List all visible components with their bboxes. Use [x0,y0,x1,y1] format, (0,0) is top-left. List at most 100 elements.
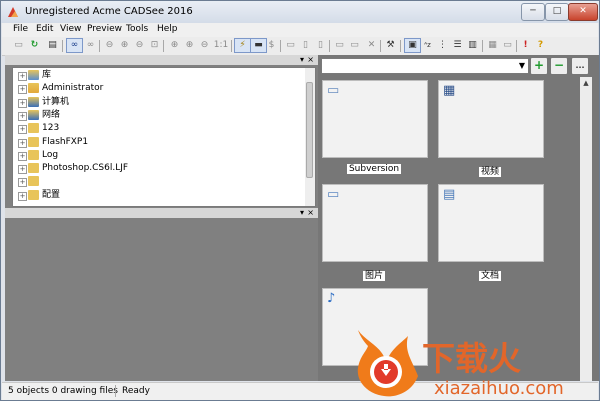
thumbnail-card[interactable]: ▦ [438,80,544,158]
pane-close-icon[interactable]: × [307,208,314,217]
tree-item[interactable]: + 配置 [13,189,303,202]
tree-item[interactable]: + FlashFXP1 [13,136,303,149]
path-dropdown[interactable]: ▼ [321,58,529,74]
pane-close-icon[interactable]: × [307,55,314,64]
help-question-icon[interactable]: ? [534,39,547,52]
window-title: Unregistered Acme CADSee 2016 [25,6,193,17]
pin-icon[interactable]: ▾ [300,208,304,217]
expand-icon[interactable]: + [18,111,27,121]
toolbar-separator [482,40,483,52]
scroll-thumb[interactable] [306,82,313,178]
folder-icon [28,149,39,160]
expand-icon[interactable]: + [18,151,27,161]
thumbnail-card[interactable]: ▤ [438,184,544,262]
close-button[interactable]: ✕ [568,3,598,21]
refresh-icon[interactable]: ↻ [28,39,41,52]
thumbnail-card[interactable]: ▭ [322,184,428,262]
link-view-2-icon[interactable]: ∞ [84,39,97,52]
tree-item-label: Photoshop.CS6l.LJF [42,163,129,174]
expand-icon[interactable]: + [18,125,27,135]
expand-icon[interactable]: + [18,165,27,175]
columns-icon[interactable]: ▥ [466,39,479,52]
layers-icon[interactable]: ▭ [284,39,297,52]
menu-bar: File Edit View Preview Tools Help [2,23,598,37]
more-button[interactable]: ... [571,57,589,75]
dollar-icon[interactable]: $ [265,39,278,52]
tree-item[interactable]: + Log [13,149,303,162]
maximize-button[interactable]: □ [545,3,569,21]
exclaim-icon[interactable]: ! [519,39,532,52]
menu-tools[interactable]: Tools [126,24,148,34]
expand-icon[interactable]: + [18,72,27,81]
folder-icon [28,163,39,174]
menu-edit[interactable]: Edit [36,24,53,34]
tree-item-label: 123 [42,123,60,134]
minimize-button[interactable]: ─ [521,3,545,21]
expand-icon[interactable]: + [18,138,27,148]
tree-item[interactable]: + Photoshop.CS6l.LJF [13,162,303,175]
pan-left-icon[interactable]: ⊕ [168,39,181,52]
app-logo-icon [8,7,18,17]
zoom-actual-icon[interactable]: 1:1 [213,39,229,52]
zoom-window-icon[interactable]: ⊕ [183,39,196,52]
pick-icon[interactable]: ⚡ [234,38,251,53]
tree-item[interactable]: + 网络 [13,109,303,122]
watermark-site: xiazaihuo.com [434,378,564,399]
clipboard-icon[interactable]: ▭ [348,39,361,52]
scroll-up-icon[interactable]: ▲ [580,77,592,89]
pin-icon[interactable]: ▾ [300,55,304,64]
folder-tree[interactable]: + 库 + Administrator + 计算机 + 网络 +123 + FlashFXP1 + Lo… [12,67,316,207]
properties-icon[interactable]: ▯ [299,39,312,52]
copy-icon[interactable]: ▯ [314,39,327,52]
open-folder-icon[interactable]: ▭ [12,39,25,52]
expand-icon[interactable]: + [18,191,27,201]
list-view-icon[interactable]: ☰ [451,39,464,52]
tree-item[interactable]: +123 [13,122,303,135]
tree-item[interactable]: + 库 [13,69,303,82]
menu-preview[interactable]: Preview [87,24,122,34]
tree-item-label: 库 [42,70,52,80]
tree-item[interactable]: + [13,175,303,188]
thumbnail-card[interactable]: ▭ [322,80,428,158]
expand-icon[interactable]: + [18,98,27,108]
menu-help[interactable]: Help [157,24,178,34]
tree-item-label: 计算机 [42,96,70,107]
user-icon [28,83,39,94]
menu-file[interactable]: File [13,24,28,34]
disk-icon: ▭ [327,83,340,98]
zoom-fit-icon[interactable]: ⊡ [148,39,161,52]
film-strip-icon[interactable]: ▭ [501,39,514,52]
delete-icon[interactable]: ✕ [365,39,378,52]
zoom-in-icon[interactable]: ⊕ [118,39,131,52]
computer-icon [28,96,39,107]
chevron-down-icon[interactable]: ▼ [516,59,528,73]
menu-view[interactable]: View [60,24,81,34]
tree-item[interactable]: + Administrator [13,82,303,95]
link-view-icon[interactable]: ∞ [66,38,83,53]
expand-icon[interactable]: + [18,178,27,188]
tree-view-icon[interactable]: ⋮ [436,39,449,52]
toolbar-separator [329,40,330,52]
remove-button[interactable]: − [550,57,568,75]
add-button[interactable]: + [530,57,548,75]
grid-view-icon[interactable]: ▦ [486,39,499,52]
zoom-prev-icon[interactable]: ⊖ [198,39,211,52]
toolbar-separator [163,40,164,52]
zoom-out-2-icon[interactable]: ⊖ [133,39,146,52]
tree-pane-header: ▾ × [5,55,318,65]
film-icon[interactable]: ▤ [46,39,59,52]
zoom-out-icon[interactable]: ⊖ [103,39,116,52]
abc-sort-icon[interactable]: ▣ [404,38,421,53]
status-object-count: 5 objects 0 drawing files [8,386,118,396]
folder-icon [28,189,39,200]
toolbar-separator [516,40,517,52]
expand-icon[interactable]: + [18,85,27,95]
thumbnail-caption-text: 文档 [478,271,501,281]
tools-icon[interactable]: ⚒ [384,39,397,52]
tree-item[interactable]: + 计算机 [13,96,303,109]
paste-icon[interactable]: ▭ [333,39,346,52]
sort-az-icon[interactable]: ᴬz [421,39,434,52]
video-icon: ▦ [443,83,456,98]
thumbnail-caption: 文档 [420,268,560,281]
tree-scrollbar[interactable] [305,68,315,206]
